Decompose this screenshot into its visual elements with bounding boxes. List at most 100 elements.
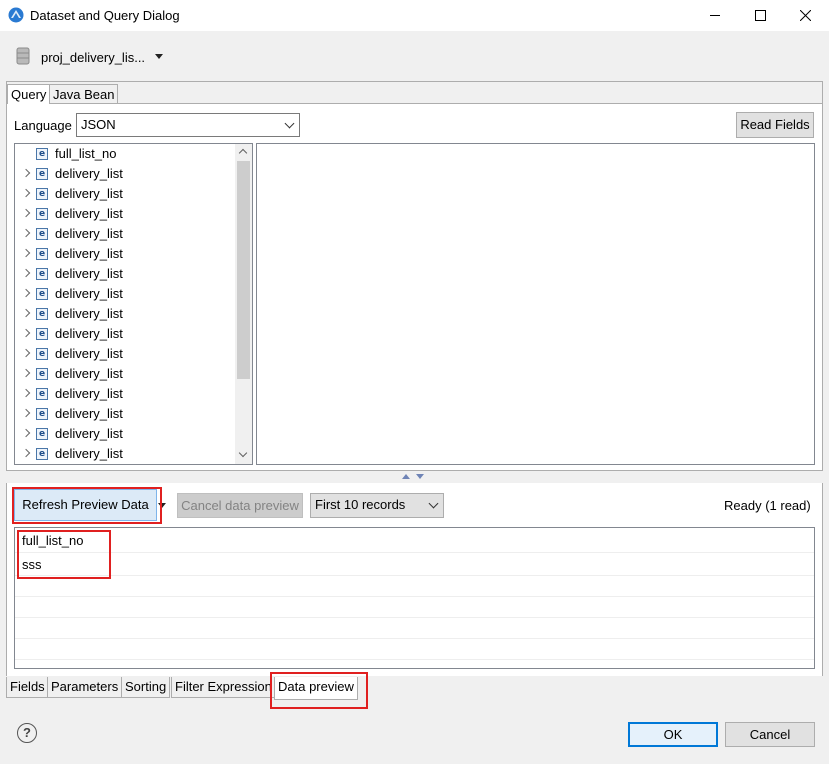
grid-row-divider [15, 617, 814, 618]
tab-filter-expression[interactable]: Filter Expression [171, 677, 276, 698]
tree-item-label: delivery_list [55, 326, 123, 341]
highlight-result [17, 530, 111, 579]
help-icon[interactable]: ? [17, 723, 37, 743]
tree-item[interactable]: e delivery_list [15, 404, 237, 424]
preview-grid[interactable]: full_list_no sss [14, 527, 815, 669]
dropdown-arrow-icon[interactable] [155, 54, 163, 59]
tree-item[interactable]: e delivery_list [15, 264, 237, 284]
expand-arrow-icon[interactable] [21, 428, 31, 438]
language-select-value: JSON [81, 117, 116, 132]
tab-java-bean[interactable]: Java Bean [49, 84, 119, 103]
tree-item[interactable]: e delivery_list [15, 424, 237, 444]
grid-row-divider [15, 596, 814, 597]
tree-item[interactable]: e delivery_list [15, 224, 237, 244]
tree-scrollbar-thumb[interactable] [237, 161, 250, 379]
expand-arrow-icon[interactable] [21, 368, 31, 378]
tree-item-label: delivery_list [55, 286, 123, 301]
cancel-preview-button: Cancel data preview [177, 493, 303, 518]
expand-arrow-icon[interactable] [21, 168, 31, 178]
records-limit-value: First 10 records [315, 497, 406, 512]
sash-up-icon[interactable] [402, 474, 410, 479]
database-icon [16, 47, 30, 65]
tree-item-label: delivery_list [55, 186, 123, 201]
highlight-refresh [12, 487, 162, 524]
highlight-data-preview-tab [270, 672, 368, 709]
tree-item-label: full_list_no [55, 146, 117, 161]
close-button[interactable] [782, 0, 828, 31]
query-text-area[interactable] [256, 143, 815, 465]
element-icon: e [36, 248, 48, 260]
expand-arrow-icon[interactable] [21, 328, 31, 338]
tree-item[interactable]: e delivery_list [15, 204, 237, 224]
data-source-selector[interactable]: proj_delivery_lis... [41, 50, 145, 65]
expand-arrow-icon[interactable] [21, 348, 31, 358]
expand-arrow-icon[interactable] [21, 268, 31, 278]
tab-sorting[interactable]: Sorting [121, 677, 171, 698]
element-icon: e [36, 308, 48, 320]
eclipse-birt-icon [8, 7, 24, 23]
language-select[interactable]: JSON [76, 113, 300, 137]
expand-arrow-icon[interactable] [21, 248, 31, 258]
tree-item-label: delivery_list [55, 266, 123, 281]
element-icon: e [36, 328, 48, 340]
tree-item-label: delivery_list [55, 426, 123, 441]
expand-arrow-icon[interactable] [21, 228, 31, 238]
tree-item[interactable]: e delivery_list [15, 164, 237, 184]
tree-item-label: delivery_list [55, 346, 123, 361]
language-label: Language [14, 118, 72, 133]
element-icon: e [36, 428, 48, 440]
maximize-icon [754, 10, 766, 21]
chevron-down-icon [284, 118, 295, 129]
tree-item[interactable]: e delivery_list [15, 324, 237, 344]
tree-item[interactable]: e delivery_list [15, 384, 237, 404]
element-icon: e [36, 188, 48, 200]
close-icon [799, 10, 811, 21]
tab-query[interactable]: Query [7, 84, 51, 104]
window-title: Dataset and Query Dialog [30, 8, 180, 23]
element-icon: e [36, 388, 48, 400]
tree-item-label: delivery_list [55, 306, 123, 321]
read-fields-button[interactable]: Read Fields [736, 112, 814, 138]
cancel-button[interactable]: Cancel [725, 722, 815, 747]
element-icon: e [36, 168, 48, 180]
tree-item[interactable]: e delivery_list [15, 304, 237, 324]
minimize-button[interactable] [692, 0, 738, 31]
grid-row-divider [15, 659, 814, 660]
element-icon: e [36, 368, 48, 380]
grid-row-divider [15, 575, 814, 576]
tree-item[interactable]: e delivery_list [15, 344, 237, 364]
expand-arrow-icon[interactable] [21, 208, 31, 218]
tab-parameters[interactable]: Parameters [47, 677, 123, 698]
status-text: Ready (1 read) [724, 498, 811, 513]
tree-item-label: delivery_list [55, 246, 123, 261]
sash-down-icon[interactable] [416, 474, 424, 479]
minimize-icon [709, 15, 720, 16]
element-icon: e [36, 148, 48, 160]
element-icon: e [36, 208, 48, 220]
expand-arrow-icon[interactable] [21, 388, 31, 398]
expand-arrow-icon[interactable] [21, 288, 31, 298]
records-limit-select[interactable]: First 10 records [310, 493, 444, 518]
tree-item[interactable]: e delivery_list [15, 444, 237, 464]
json-structure-tree[interactable]: e full_list_no e delivery_list e delivery_l… [14, 143, 253, 465]
tree-item[interactable]: e full_list_no [15, 144, 237, 164]
tree-item-label: delivery_list [55, 166, 123, 181]
tree-item-label: delivery_list [55, 386, 123, 401]
element-icon: e [36, 448, 48, 460]
tree-item[interactable]: e delivery_list [15, 244, 237, 264]
tree-item[interactable]: e delivery_list [15, 364, 237, 384]
expand-arrow-icon[interactable] [21, 308, 31, 318]
tree-item-label: delivery_list [55, 446, 123, 461]
expand-arrow-icon[interactable] [21, 448, 31, 458]
maximize-button[interactable] [737, 0, 783, 31]
expand-arrow-icon[interactable] [21, 188, 31, 198]
tree-item-label: delivery_list [55, 406, 123, 421]
tab-fields[interactable]: Fields [6, 677, 49, 698]
expand-arrow-icon[interactable] [21, 408, 31, 418]
tree-item[interactable]: e delivery_list [15, 284, 237, 304]
ok-button[interactable]: OK [628, 722, 718, 747]
tree-item-label: delivery_list [55, 226, 123, 241]
element-icon: e [36, 288, 48, 300]
element-icon: e [36, 348, 48, 360]
tree-item[interactable]: e delivery_list [15, 184, 237, 204]
